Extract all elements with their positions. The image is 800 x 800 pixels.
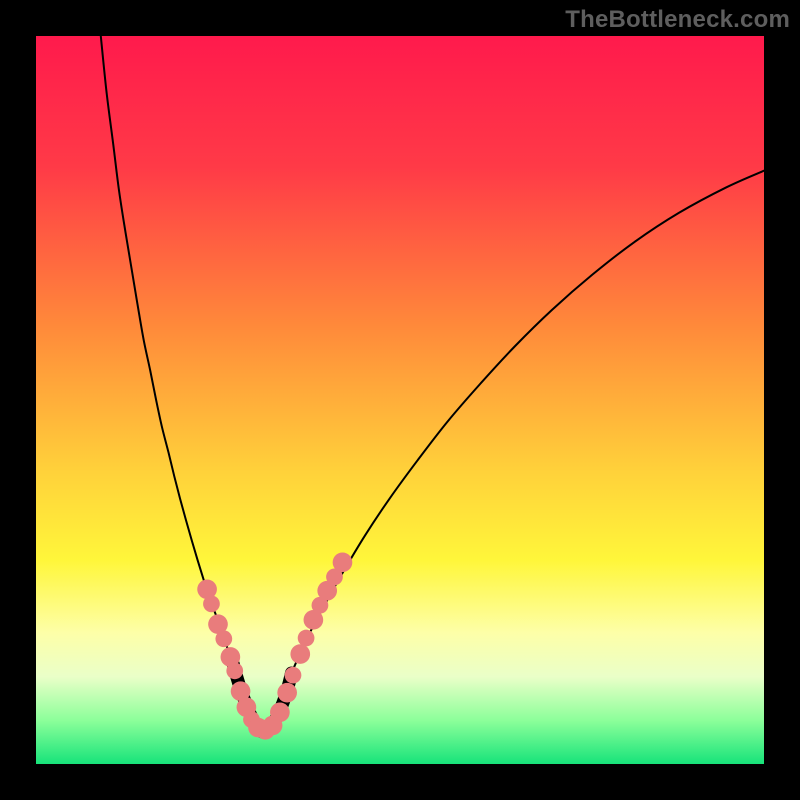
highlight-dot — [333, 553, 353, 573]
highlight-dot — [290, 644, 310, 664]
highlight-dot — [298, 630, 315, 647]
bottleneck-chart — [36, 36, 764, 764]
plot-area — [36, 36, 764, 764]
highlight-dot — [285, 667, 302, 684]
highlight-dot — [215, 630, 232, 647]
highlight-dot — [270, 702, 290, 722]
highlight-dot — [277, 683, 297, 703]
highlight-dot — [203, 595, 220, 612]
watermark-text: TheBottleneck.com — [565, 6, 790, 34]
highlight-dot — [226, 662, 243, 679]
chart-frame: TheBottleneck.com — [0, 0, 800, 800]
gradient-background — [36, 36, 764, 764]
